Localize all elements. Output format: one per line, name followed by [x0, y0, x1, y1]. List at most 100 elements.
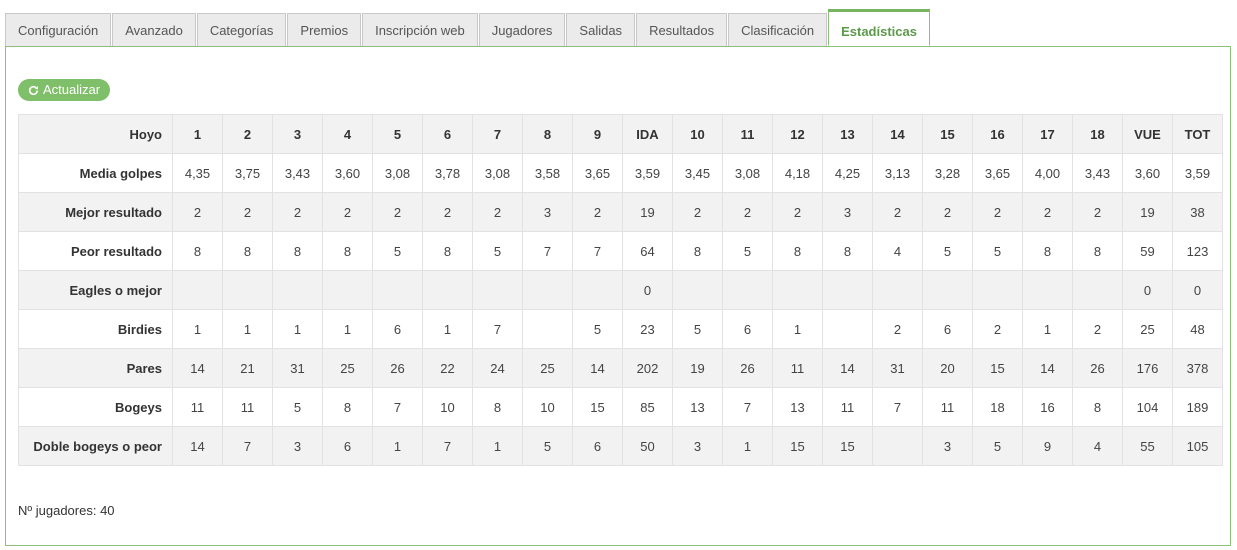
- table-cell: 2: [222, 192, 273, 232]
- table-cell: 1: [472, 426, 523, 466]
- table-cell: 8: [272, 231, 323, 271]
- tab-jugadores[interactable]: Jugadores: [478, 13, 566, 46]
- column-header: 18: [1072, 114, 1123, 154]
- refresh-icon: [28, 85, 39, 95]
- tab-avanzado[interactable]: Avanzado: [112, 13, 196, 46]
- table-cell: 3,08: [372, 153, 423, 193]
- table-cell: 5: [372, 231, 423, 271]
- table-row: Mejor resultado 2 2 2 2 2 2 2 3 2 19 2 2 2 3 2 2 2 2 2 19 38: [18, 192, 1223, 232]
- row-label: Hoyo: [18, 114, 173, 154]
- tab-salidas[interactable]: Salidas: [566, 13, 636, 46]
- tab-configuracion[interactable]: Configuración: [5, 13, 112, 46]
- table-cell: 10: [522, 387, 573, 427]
- table-cell: [172, 270, 223, 310]
- table-cell: 2: [972, 192, 1023, 232]
- table-cell: 5: [672, 309, 723, 349]
- column-header: 9: [572, 114, 623, 154]
- table-cell: [1072, 270, 1123, 310]
- column-header: IDA: [622, 114, 673, 154]
- table-cell: [322, 270, 373, 310]
- table-cell: 9: [1022, 426, 1073, 466]
- table-cell: 11: [222, 387, 273, 427]
- table-cell: 4: [872, 231, 923, 271]
- row-label: Mejor resultado: [18, 192, 173, 232]
- column-header: 3: [272, 114, 323, 154]
- table-cell: 8: [472, 387, 523, 427]
- table-cell: 1: [322, 309, 373, 349]
- table-cell: 4,18: [772, 153, 823, 193]
- table-cell: 20: [922, 348, 973, 388]
- table-cell: 2: [972, 309, 1023, 349]
- table-cell: 8: [822, 231, 873, 271]
- column-header: 15: [922, 114, 973, 154]
- table-cell: 8: [322, 387, 373, 427]
- table-cell: 8: [172, 231, 223, 271]
- tab-clasificacion[interactable]: Clasificación: [728, 13, 828, 46]
- table-cell: 85: [622, 387, 673, 427]
- table-cell: 4,00: [1022, 153, 1073, 193]
- column-header: 16: [972, 114, 1023, 154]
- table-cell: [522, 270, 573, 310]
- table-header-row: Hoyo 1 2 3 4 5 6 7 8 9 IDA 10 11 12 13 14 15 16 17 18 VUE TOT: [18, 114, 1223, 154]
- table-row: Peor resultado 8 8 8 8 5 8 5 7 7 64 8 5 8 8 4 5 5 8 8 59 123: [18, 231, 1223, 271]
- table-cell: [922, 270, 973, 310]
- table-cell: 2: [872, 309, 923, 349]
- table-cell: [422, 270, 473, 310]
- table-cell: [672, 270, 723, 310]
- table-cell: 2: [372, 192, 423, 232]
- table-cell: 3,78: [422, 153, 473, 193]
- table-cell: 18: [972, 387, 1023, 427]
- table-cell: 2: [322, 192, 373, 232]
- table-cell: [722, 270, 773, 310]
- table-cell: 3,45: [672, 153, 723, 193]
- table-cell: 4,35: [172, 153, 223, 193]
- table-cell: 5: [722, 231, 773, 271]
- table-cell: 3,65: [972, 153, 1023, 193]
- table-cell: 8: [222, 231, 273, 271]
- tab-estadisticas[interactable]: Estadísticas: [828, 9, 930, 46]
- table-cell: 31: [272, 348, 323, 388]
- tab-resultados[interactable]: Resultados: [636, 13, 728, 46]
- column-header: 14: [872, 114, 923, 154]
- table-cell: 48: [1172, 309, 1223, 349]
- table-cell: 8: [1072, 231, 1123, 271]
- table-cell: 7: [422, 426, 473, 466]
- statistics-table: Hoyo 1 2 3 4 5 6 7 8 9 IDA 10 11 12 13 14 15 16 17 18 VUE TOT…: [18, 114, 1223, 466]
- column-header: 1: [172, 114, 223, 154]
- table-cell: 19: [672, 348, 723, 388]
- table-cell: [872, 270, 923, 310]
- table-cell: 3,28: [922, 153, 973, 193]
- table-cell: 7: [522, 231, 573, 271]
- row-label: Birdies: [18, 309, 173, 349]
- table-cell: 1: [772, 309, 823, 349]
- table-cell: 123: [1172, 231, 1223, 271]
- table-cell: 4: [1072, 426, 1123, 466]
- table-cell: 2: [1072, 309, 1123, 349]
- table-cell: 6: [372, 309, 423, 349]
- table-cell: 5: [972, 231, 1023, 271]
- table-cell: 3,59: [622, 153, 673, 193]
- tab-premios[interactable]: Premios: [287, 13, 362, 46]
- tab-inscripcion-web[interactable]: Inscripción web: [362, 13, 478, 46]
- table-cell: 3,43: [272, 153, 323, 193]
- table-cell: 176: [1122, 348, 1173, 388]
- table-cell: 2: [722, 192, 773, 232]
- tab-categorias[interactable]: Categorías: [196, 13, 287, 46]
- table-cell: 4,25: [822, 153, 873, 193]
- table-cell: 19: [1122, 192, 1173, 232]
- table-cell: 15: [572, 387, 623, 427]
- column-header: 11: [722, 114, 773, 154]
- table-cell: 0: [1172, 270, 1223, 310]
- table-cell: 3,60: [322, 153, 373, 193]
- table-cell: 14: [822, 348, 873, 388]
- column-header: 13: [822, 114, 873, 154]
- table-cell: 3: [822, 192, 873, 232]
- refresh-button[interactable]: Actualizar: [18, 79, 111, 101]
- table-cell: 105: [1172, 426, 1223, 466]
- table-cell: 1: [222, 309, 273, 349]
- table-cell: 189: [1172, 387, 1223, 427]
- column-header: 12: [772, 114, 823, 154]
- table-cell: 7: [372, 387, 423, 427]
- column-header: 7: [472, 114, 523, 154]
- table-cell: 24: [472, 348, 523, 388]
